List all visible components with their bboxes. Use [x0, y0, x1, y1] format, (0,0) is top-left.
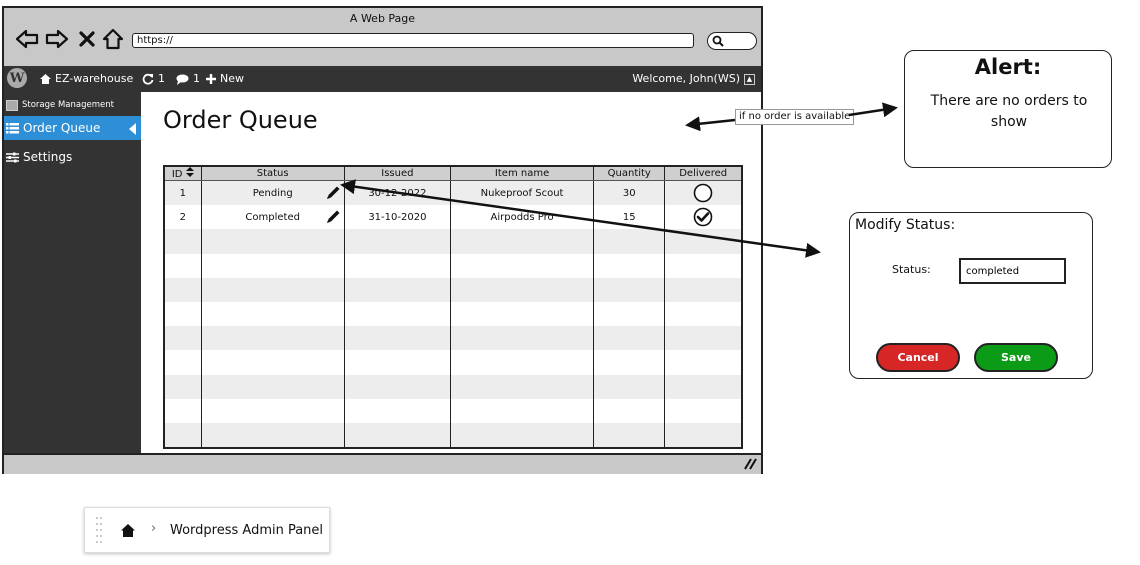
active-caret-icon: [129, 123, 136, 135]
alert-title: Alert:: [974, 55, 1042, 79]
alert-box: Alert: There are no orders to show: [904, 50, 1112, 168]
search-icon: [712, 35, 724, 47]
table-row-empty: [163, 326, 743, 351]
order-table: ID Status Issued Item name Quantity Deli…: [163, 165, 743, 450]
url-input[interactable]: https://: [132, 33, 694, 48]
browser-status-bar: [4, 453, 761, 474]
cell-status: Completed: [200, 205, 345, 230]
home-icon[interactable]: [100, 26, 126, 52]
avatar-icon: ▲: [744, 73, 755, 85]
cell-issued: 30-12-2022: [343, 180, 451, 206]
sidebar-item-order-queue[interactable]: Order Queue: [4, 116, 141, 140]
column-header-issued: Issued: [343, 166, 451, 181]
cell-issued: 31-10-2020: [343, 205, 451, 230]
stop-icon[interactable]: [74, 26, 100, 52]
check-circle-icon[interactable]: [693, 207, 713, 227]
table-row-empty: [163, 350, 743, 375]
cell-status: Pending: [200, 180, 345, 206]
site-name-link[interactable]: EZ-warehouse: [40, 72, 133, 86]
status-input[interactable]: [959, 258, 1066, 284]
search-button[interactable]: [707, 32, 757, 50]
new-label: New: [220, 72, 244, 85]
comments-link[interactable]: 1: [176, 72, 200, 86]
table-row-empty: [163, 301, 743, 327]
back-icon[interactable]: [14, 26, 40, 52]
new-link[interactable]: New: [206, 72, 244, 86]
note-arrow-right: [848, 102, 898, 118]
empty-circle-icon[interactable]: [693, 183, 713, 203]
box-icon: [6, 99, 18, 111]
site-name: EZ-warehouse: [55, 72, 134, 85]
cell-delivered: [664, 180, 743, 206]
table-row-empty: [163, 229, 743, 254]
pencil-icon[interactable]: [324, 184, 342, 202]
wordpress-logo-icon[interactable]: W: [7, 68, 27, 88]
table-row: 1 Pending 30-12-2022 Nukeproof Scout 30: [163, 180, 743, 206]
sidebar-item-storage-management[interactable]: Storage Management: [4, 98, 141, 112]
resize-grip-icon[interactable]: [743, 458, 757, 470]
cancel-button[interactable]: Cancel: [876, 343, 960, 372]
browser-title: A Web Page: [349, 12, 416, 25]
drag-handle-icon[interactable]: [95, 515, 103, 545]
dialog-title: Modify Status:: [855, 217, 956, 233]
save-button[interactable]: Save: [974, 343, 1058, 372]
table-row: 2 Completed 31-10-2020 Airpodds Pro 15: [163, 205, 743, 230]
sliders-icon: [6, 152, 19, 162]
page-title: Order Queue: [163, 106, 318, 134]
list-icon: [6, 122, 19, 133]
admin-bar: W EZ-warehouse 1 1 New Welcome, John(WS)…: [4, 66, 761, 92]
modify-status-dialog: Modify Status: Status: Cancel Save: [849, 212, 1093, 379]
cell-delivered: [664, 205, 743, 230]
cell-item-name: Nukeproof Scout: [449, 180, 595, 206]
sidebar-item-settings[interactable]: Settings: [4, 146, 141, 168]
plus-icon: [206, 74, 216, 84]
sidebar-item-label: Order Queue: [23, 121, 101, 135]
home-icon[interactable]: [121, 524, 135, 537]
cell-id: 1: [163, 180, 202, 206]
column-header-status: Status: [200, 166, 345, 181]
main-content: Order Queue ID Status Issued Item name Q…: [141, 92, 761, 453]
table-row-empty: [163, 398, 743, 423]
cell-quantity: 30: [593, 180, 666, 206]
annotation-note: if no order is available: [735, 109, 855, 125]
column-header-quantity: Quantity: [593, 166, 666, 181]
updates-count: 1: [158, 72, 165, 85]
sort-icon: [185, 167, 194, 177]
table-row-empty: [163, 277, 743, 302]
admin-sidebar: Storage Management Order Queue Settings: [4, 92, 141, 453]
table-row-empty: [163, 253, 743, 278]
breadcrumb-item[interactable]: Wordpress Admin Panel: [170, 523, 323, 538]
table-row-empty: [163, 422, 743, 449]
account-link[interactable]: Welcome, John(WS) ▲: [632, 72, 755, 86]
status-label: Status:: [892, 263, 931, 276]
comments-count: 1: [193, 72, 200, 85]
column-header-delivered: Delivered: [664, 166, 743, 181]
forward-icon[interactable]: [44, 26, 70, 52]
updates-link[interactable]: 1: [142, 72, 165, 86]
sidebar-item-label: Storage Management: [22, 100, 114, 110]
status-text: Pending: [252, 187, 293, 199]
comment-icon: [176, 74, 189, 85]
table-header-row: ID Status Issued Item name Quantity Deli…: [163, 166, 743, 181]
cell-id: 2: [163, 205, 202, 230]
column-header-id[interactable]: ID: [163, 166, 202, 181]
breadcrumb: › Wordpress Admin Panel: [84, 507, 330, 553]
cell-item-name: Airpodds Pro: [449, 205, 595, 230]
table-row-empty: [163, 374, 743, 399]
browser-window: A Web Page https:// W EZ-warehouse 1 1 N…: [2, 6, 763, 474]
welcome-text: Welcome, John(WS): [632, 72, 740, 85]
sidebar-item-label: Settings: [23, 150, 73, 164]
status-text: Completed: [245, 211, 300, 223]
alert-message: There are no orders to show: [930, 93, 1088, 130]
house-icon: [40, 74, 51, 84]
cell-quantity: 15: [593, 205, 666, 230]
refresh-icon: [142, 73, 154, 85]
pencil-icon[interactable]: [324, 208, 342, 226]
breadcrumb-separator-icon: ›: [151, 521, 157, 536]
column-header-item-name: Item name: [449, 166, 595, 181]
